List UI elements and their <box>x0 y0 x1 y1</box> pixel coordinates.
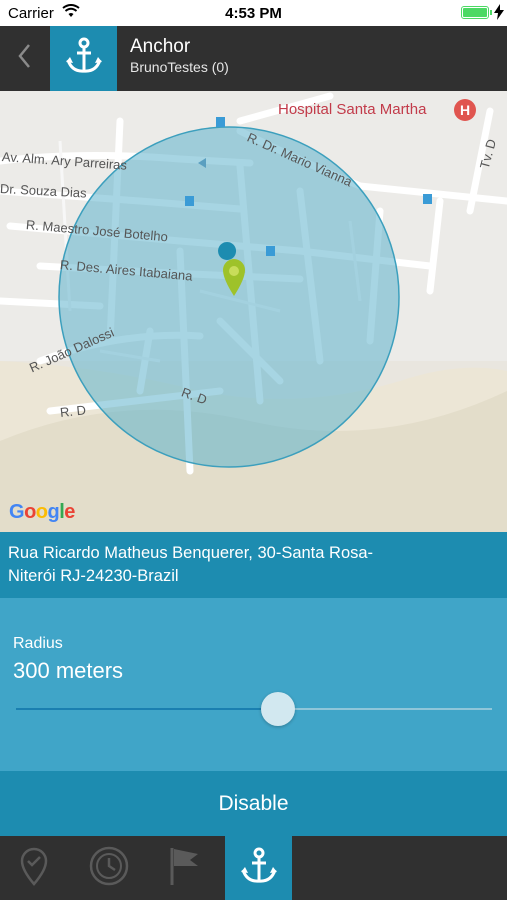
disable-button[interactable]: Disable <box>0 771 507 836</box>
street-label: R. D <box>59 402 87 420</box>
bus-stop-icon <box>266 246 275 256</box>
battery-tip <box>490 10 492 15</box>
address-line-2: Niterói RJ-24230-Brazil <box>8 567 179 585</box>
back-button[interactable] <box>0 26 48 91</box>
status-bar: Carrier 4:53 PM <box>0 0 507 26</box>
app-header: Anchor BrunoTestes (0) <box>0 26 507 91</box>
header-anchor-badge <box>50 26 117 91</box>
status-time: 4:53 PM <box>225 5 282 22</box>
map-view[interactable]: Hospital Santa Martha H Av. Alm. Ary Par… <box>0 91 507 532</box>
address-line-1: Rua Ricardo Matheus Benquerer, 30-Santa … <box>8 544 374 562</box>
slider-thumb[interactable] <box>261 692 295 726</box>
radius-slider[interactable] <box>16 692 492 726</box>
tab-bar <box>0 836 507 900</box>
anchor-icon <box>64 36 104 81</box>
charging-bolt-icon <box>494 4 504 24</box>
bus-stop-icon <box>185 196 194 206</box>
radius-panel: Radius 300 meters <box>0 598 507 771</box>
radius-label: Radius <box>13 635 63 652</box>
chevron-left-icon <box>17 43 31 74</box>
slider-track-filled <box>16 708 278 710</box>
location-check-icon <box>19 846 49 891</box>
flag-icon <box>168 846 200 891</box>
bus-stop-icon <box>216 117 225 127</box>
address-banner: Rua Ricardo Matheus Benquerer, 30-Santa … <box>0 532 507 598</box>
tab-anchor[interactable] <box>225 836 292 900</box>
page-subtitle: BrunoTestes (0) <box>130 59 229 75</box>
hospital-icon: H <box>454 99 476 121</box>
slider-track-empty <box>278 708 492 710</box>
google-logo: Google <box>9 501 75 523</box>
anchor-icon <box>239 846 279 891</box>
page-title: Anchor <box>130 36 191 57</box>
battery-icon <box>461 6 489 19</box>
tab-flag[interactable] <box>150 836 218 900</box>
bus-stop-icon <box>423 194 432 204</box>
history-clock-icon <box>89 846 129 891</box>
radius-value: 300 meters <box>13 658 124 683</box>
tab-history[interactable] <box>75 836 143 900</box>
tab-location[interactable] <box>0 836 68 900</box>
poi-hospital-label: Hospital Santa Martha <box>278 101 427 118</box>
